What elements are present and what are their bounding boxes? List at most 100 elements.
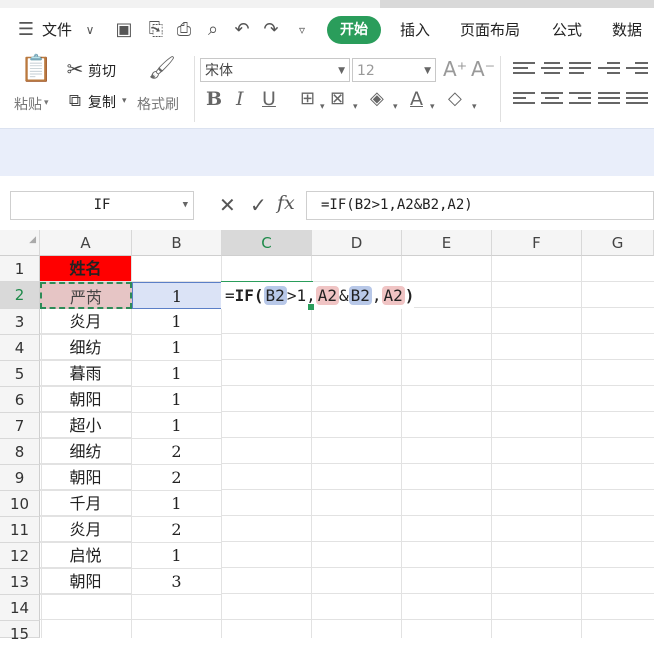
cell-b3[interactable]: 1	[132, 309, 222, 335]
cell-b13[interactable]: 3	[132, 569, 222, 595]
decrease-indent-icon[interactable]	[598, 62, 620, 78]
cell-b2[interactable]: 1	[132, 282, 222, 309]
print-icon[interactable]: ⎙	[174, 20, 194, 40]
tab-insert[interactable]: 插入	[400, 19, 430, 40]
cell-b8[interactable]: 2	[132, 439, 222, 465]
tab-formulas[interactable]: 公式	[552, 19, 582, 40]
print-preview-icon[interactable]: ⌕	[203, 20, 223, 40]
undo-icon[interactable]: ↶	[232, 20, 252, 40]
cell-a8[interactable]: 细纺	[40, 439, 132, 465]
cell-a1[interactable]: 姓名	[40, 256, 132, 282]
column-header-e[interactable]: E	[402, 230, 492, 256]
fx-icon[interactable]: fx	[277, 192, 295, 214]
borders-dropdown-icon[interactable]: ▾	[320, 96, 325, 118]
clear-format-icon[interactable]: ◇	[448, 88, 462, 110]
row-header-14[interactable]: 14	[0, 595, 40, 621]
formula-input[interactable]: =IF(B2>1,A2&B2,A2)	[306, 191, 654, 220]
cell-a5[interactable]: 暮雨	[40, 361, 132, 387]
name-box[interactable]: IF ▼	[10, 191, 194, 220]
more-chevron-icon[interactable]: ▿	[292, 20, 312, 40]
align-left-icon[interactable]	[513, 92, 535, 108]
row-header-6[interactable]: 6	[0, 387, 40, 413]
cell-a6[interactable]: 朝阳	[40, 387, 132, 413]
cell-b1[interactable]	[132, 256, 222, 282]
row-header-2[interactable]: 2	[0, 282, 40, 309]
row-header-5[interactable]: 5	[0, 361, 40, 387]
cell-b9[interactable]: 2	[132, 465, 222, 491]
row-header-7[interactable]: 7	[0, 413, 40, 439]
grow-font-icon[interactable]: A⁺	[443, 58, 467, 80]
underline-icon[interactable]: U	[262, 88, 276, 110]
cut-button[interactable]: 剪切	[88, 61, 116, 81]
font-name-combo[interactable]: 宋体 ▼	[200, 58, 350, 82]
fill-color-dropdown-icon[interactable]: ▾	[393, 96, 398, 118]
cell-a9[interactable]: 朝阳	[40, 465, 132, 491]
save-icon[interactable]: ▣	[114, 20, 134, 40]
distributed-icon[interactable]	[626, 92, 648, 108]
row-header-13[interactable]: 13	[0, 569, 40, 595]
redo-icon[interactable]: ↷	[261, 20, 281, 40]
cell-a3[interactable]: 炎月	[40, 309, 132, 335]
format-painter-button[interactable]: 格式刷	[137, 94, 179, 114]
row-header-3[interactable]: 3	[0, 309, 40, 335]
font-color-icon[interactable]: A	[410, 88, 423, 110]
align-right-icon[interactable]	[569, 92, 591, 108]
format-painter-icon[interactable]: 🖌	[148, 58, 176, 80]
paste-button[interactable]: 粘贴	[14, 94, 42, 114]
cell-a10[interactable]: 千月	[40, 491, 132, 517]
align-bottom-icon[interactable]	[569, 62, 591, 78]
cell-b11[interactable]: 2	[132, 517, 222, 543]
column-header-g[interactable]: G	[582, 230, 654, 256]
cell-b4[interactable]: 1	[132, 335, 222, 361]
copy-dropdown-icon[interactable]: ▾	[122, 96, 127, 106]
cell-a4[interactable]: 细纺	[40, 335, 132, 361]
tab-page-layout[interactable]: 页面布局	[460, 19, 520, 40]
row-header-10[interactable]: 10	[0, 491, 40, 517]
align-center-icon[interactable]	[541, 92, 563, 108]
justify-icon[interactable]	[598, 92, 620, 108]
column-header-c[interactable]: C	[222, 230, 312, 256]
align-top-icon[interactable]	[513, 62, 535, 78]
row-header-9[interactable]: 9	[0, 465, 40, 491]
cell-a12[interactable]: 启悦	[40, 543, 132, 569]
fill-pattern-dropdown-icon[interactable]: ▾	[353, 96, 358, 118]
row-header-12[interactable]: 12	[0, 543, 40, 569]
column-header-f[interactable]: F	[492, 230, 582, 256]
borders-icon[interactable]: ⊞	[300, 88, 315, 110]
copy-icon[interactable]: ⧉	[64, 90, 86, 112]
bold-icon[interactable]: B	[206, 88, 222, 110]
cell-a13[interactable]: 朝阳	[40, 569, 132, 595]
cell-a7[interactable]: 超小	[40, 413, 132, 439]
file-menu[interactable]: 文件	[42, 19, 72, 40]
fill-handle[interactable]	[308, 304, 314, 310]
clear-format-dropdown-icon[interactable]: ▾	[472, 96, 477, 118]
hamburger-menu-icon[interactable]: ☰	[16, 20, 36, 40]
italic-icon[interactable]: I	[236, 88, 244, 110]
font-color-dropdown-icon[interactable]: ▾	[430, 96, 435, 118]
cell-b6[interactable]: 1	[132, 387, 222, 413]
row-header-4[interactable]: 4	[0, 335, 40, 361]
fill-color-icon[interactable]: ◈	[370, 88, 384, 110]
shrink-font-icon[interactable]: A⁻	[471, 58, 495, 80]
font-size-combo[interactable]: 12 ▼	[352, 58, 436, 82]
cell-b5[interactable]: 1	[132, 361, 222, 387]
scissors-icon[interactable]: ✂	[64, 58, 86, 80]
fill-pattern-icon[interactable]: ⊠	[330, 88, 345, 110]
column-header-d[interactable]: D	[312, 230, 402, 256]
paste-icon[interactable]: 📋	[20, 56, 52, 82]
cell-b7[interactable]: 1	[132, 413, 222, 439]
export-icon[interactable]: ⎘	[146, 20, 166, 40]
row-header-8[interactable]: 8	[0, 439, 40, 465]
row-header-15[interactable]: 15	[0, 621, 40, 643]
row-header-11[interactable]: 11	[0, 517, 40, 543]
select-all-corner[interactable]: ◢	[0, 230, 40, 256]
row-header-1[interactable]: 1	[0, 256, 40, 282]
confirm-icon[interactable]: ✓	[250, 193, 267, 217]
chevron-down-icon[interactable]: ∨	[80, 20, 100, 40]
tab-data[interactable]: 数据	[612, 19, 642, 40]
cancel-icon[interactable]: ✕	[219, 193, 236, 217]
column-header-b[interactable]: B	[132, 230, 222, 256]
cell-b10[interactable]: 1	[132, 491, 222, 517]
cell-a2[interactable]: 严芮	[40, 282, 132, 309]
cell-b12[interactable]: 1	[132, 543, 222, 569]
